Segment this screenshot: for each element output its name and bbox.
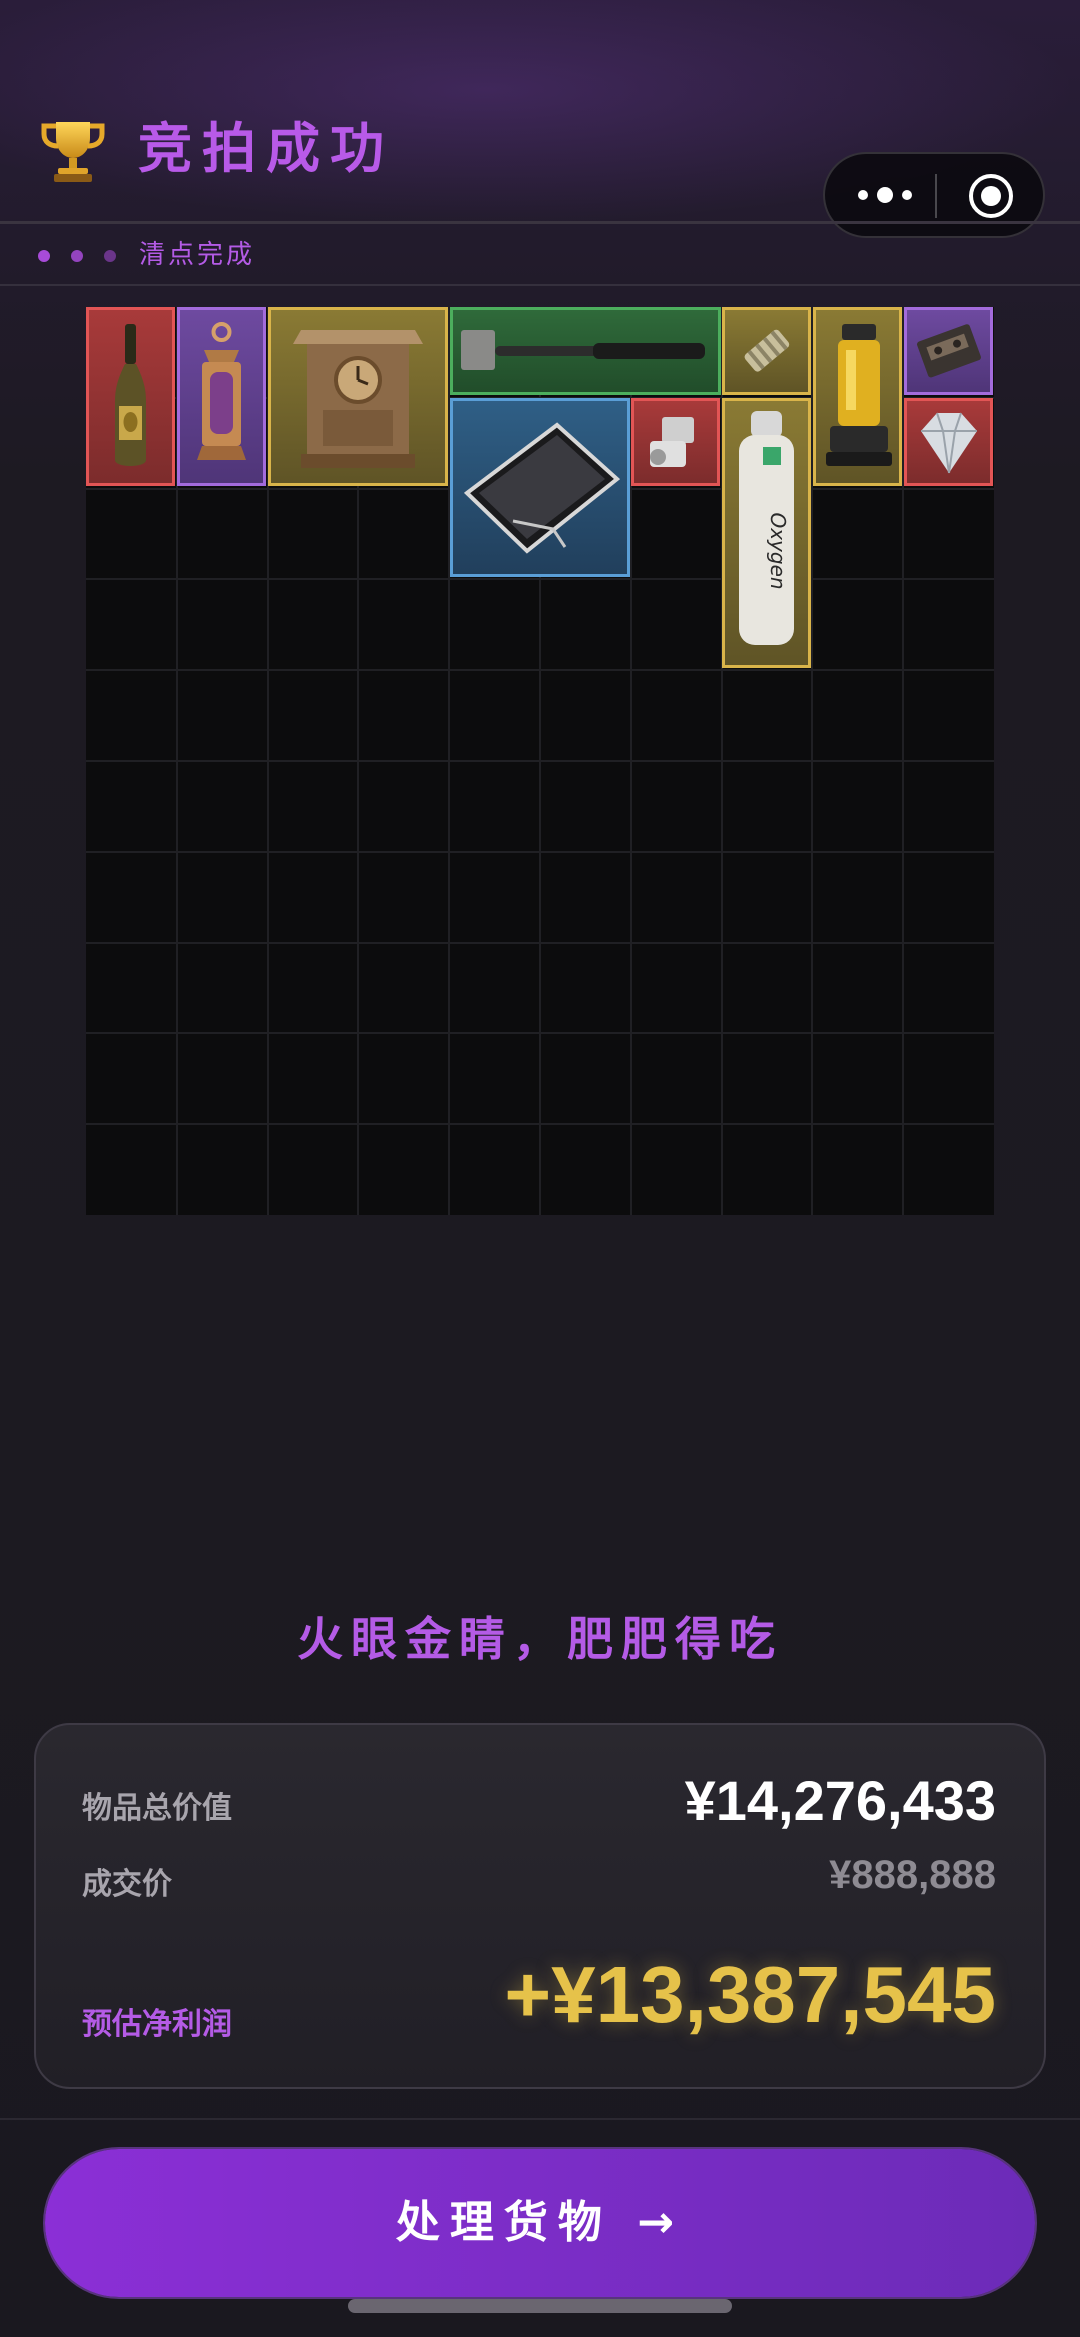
status-text: 清点完成 bbox=[139, 240, 256, 270]
item-ornate-lantern[interactable] bbox=[177, 307, 266, 486]
home-indicator bbox=[348, 2299, 732, 2313]
profit-label: 预估净利润 bbox=[82, 2007, 232, 2042]
deal-price-label: 成交价 bbox=[82, 1867, 172, 1902]
slogan-text: 火眼金睛，肥肥得吃 bbox=[297, 1612, 783, 1666]
sledgehammer-icon bbox=[461, 330, 705, 370]
page: 竞拍成功 清点完成 Oxygen 火眼金睛，肥肥得吃 物品总价值 ¥14,276… bbox=[0, 0, 1080, 2337]
item-yellow-device[interactable] bbox=[813, 307, 902, 486]
status-dot bbox=[38, 250, 50, 262]
item-electronic-part[interactable] bbox=[631, 398, 720, 486]
lantern-icon bbox=[197, 322, 246, 460]
status-divider bbox=[0, 284, 1080, 286]
summary-card: 物品总价值 ¥14,276,433 成交价 ¥888,888 预估净利润 +¥1… bbox=[34, 1723, 1046, 2089]
item-diamond[interactable] bbox=[904, 398, 993, 486]
diamond-icon bbox=[921, 412, 977, 474]
champagne-bottle-icon bbox=[115, 324, 146, 466]
metal-coil-icon bbox=[744, 329, 790, 372]
process-goods-label: 处理货物 → bbox=[395, 2197, 685, 2248]
oxygen-tank-icon: Oxygen bbox=[739, 411, 794, 645]
antique-clock-icon bbox=[293, 330, 423, 468]
page-title: 竞拍成功 bbox=[138, 117, 394, 180]
svg-text:Oxygen: Oxygen bbox=[766, 512, 790, 589]
inventory-grid: Oxygen bbox=[86, 307, 994, 1215]
item-sledgehammer[interactable] bbox=[450, 307, 721, 395]
item-oxygen-tank[interactable]: Oxygen bbox=[722, 398, 811, 668]
total-value: ¥14,276,433 bbox=[684, 1769, 996, 1832]
tablet-icon bbox=[463, 422, 621, 554]
grid-line bbox=[86, 942, 994, 944]
item-cassette-tape[interactable] bbox=[904, 307, 993, 395]
header-divider bbox=[0, 221, 1080, 224]
total-value-label: 物品总价值 bbox=[82, 1791, 232, 1826]
trophy-icon bbox=[41, 122, 105, 182]
target-circle-icon[interactable] bbox=[967, 172, 1015, 220]
item-metal-coil[interactable] bbox=[722, 307, 811, 395]
capsule-separator bbox=[935, 174, 937, 218]
electronic-part-icon bbox=[650, 417, 694, 467]
more-dots-icon[interactable] bbox=[855, 180, 915, 210]
grid-line bbox=[86, 1032, 994, 1034]
deal-price-value: ¥888,888 bbox=[829, 1853, 996, 1897]
status-row: 清点完成 bbox=[0, 226, 1080, 284]
item-champagne-bottle[interactable] bbox=[86, 307, 175, 486]
cassette-tape-icon bbox=[917, 324, 981, 378]
grid-line bbox=[86, 851, 994, 853]
status-dot bbox=[104, 250, 116, 262]
yellow-device-icon bbox=[826, 324, 892, 466]
process-goods-button[interactable]: 处理货物 → bbox=[45, 2149, 1035, 2297]
item-antique-clock[interactable] bbox=[268, 307, 448, 486]
bottom-divider bbox=[0, 2118, 1080, 2120]
grid-line bbox=[86, 760, 994, 762]
header: 竞拍成功 bbox=[0, 0, 1080, 238]
status-dot bbox=[71, 250, 83, 262]
grid-line bbox=[86, 1123, 994, 1125]
item-tablet[interactable] bbox=[450, 398, 630, 577]
profit-value: +¥13,387,545 bbox=[504, 1950, 996, 2039]
